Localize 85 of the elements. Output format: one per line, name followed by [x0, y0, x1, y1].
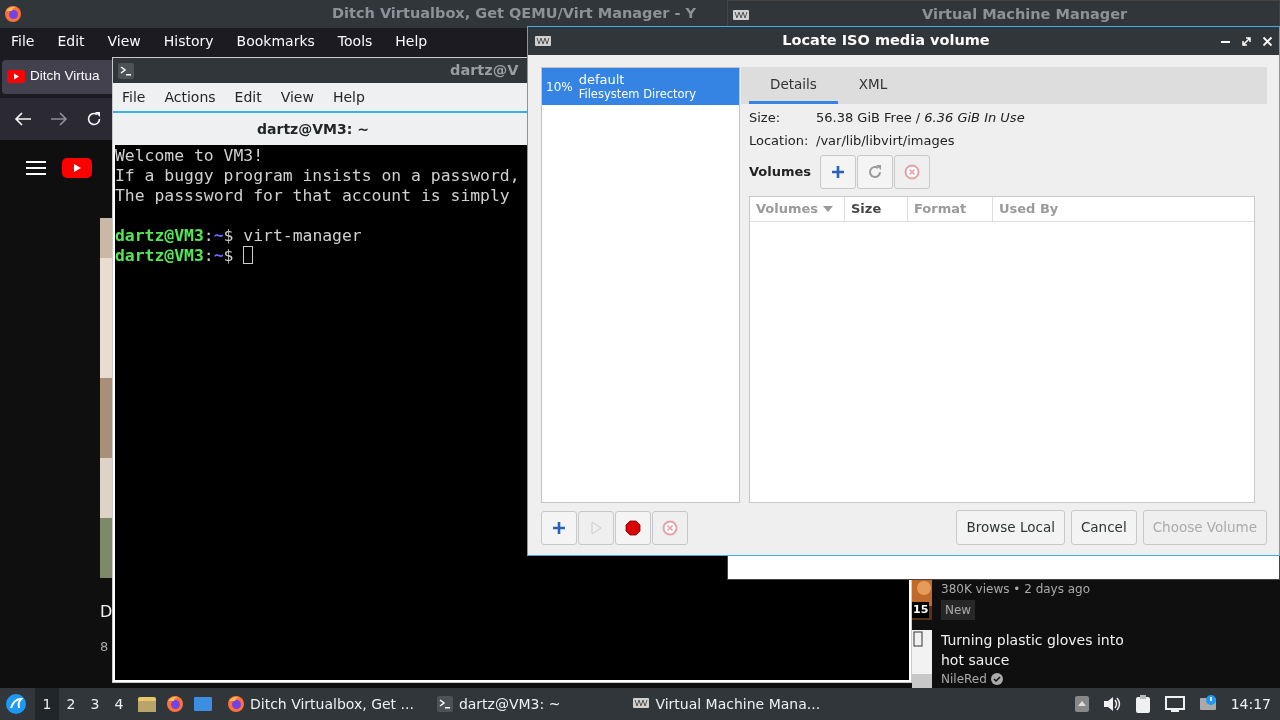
volume-icon[interactable]: [1102, 696, 1121, 712]
window-title: Locate ISO media volume: [781, 31, 991, 51]
clipboard-icon[interactable]: [1134, 694, 1151, 714]
terminal-line: The passsword for that account is simply: [115, 186, 510, 205]
network-icon[interactable]: [1164, 695, 1185, 713]
menu-item[interactable]: View: [273, 86, 321, 108]
size-value: 56.38 GiB Free / 6.36 GiB In Use: [816, 109, 1025, 128]
prompt-text: dartz@VM3:~$: [115, 246, 234, 265]
desktop-switch[interactable]: 1: [35, 688, 59, 720]
menu-item[interactable]: Edit: [227, 86, 269, 108]
terminal-tab[interactable]: dartz@VM3: ~: [113, 113, 513, 145]
field-label: Size:: [749, 109, 782, 128]
pool-name: default: [578, 72, 626, 87]
command-text: virt-manager: [243, 226, 362, 245]
dialog-button[interactable]: Browse Local: [956, 510, 1065, 545]
clock: 14:17: [1230, 694, 1271, 714]
terminal-line: Welcome to VM3!: [115, 146, 264, 165]
terminal-icon: [435, 695, 454, 713]
menu-item[interactable]: Actions: [157, 86, 223, 108]
tool-button[interactable]: [615, 510, 651, 545]
folder-icon[interactable]: [137, 695, 157, 713]
back-icon[interactable]: [14, 111, 32, 128]
video-site-icon: [7, 70, 25, 84]
usage-label: 10%: [546, 78, 573, 96]
terminal-line: If a buggy program insists on a password,: [115, 166, 520, 185]
expand-tray-icon[interactable]: [1074, 696, 1089, 712]
menu-item[interactable]: Bookmarks: [229, 30, 322, 52]
taskbar-task[interactable]: dartz@VM3: ~: [429, 688, 567, 720]
add-icon: [831, 165, 845, 179]
tab[interactable]: Details: [749, 67, 838, 104]
close-icon[interactable]: [1262, 35, 1273, 47]
video-meta: 380K views • 2 days ago: [941, 582, 1091, 596]
new-badge: New: [941, 600, 976, 620]
tab-label: Ditch Virtua: [30, 67, 100, 86]
menu-item[interactable]: Help: [388, 30, 435, 52]
play-icon: [590, 520, 602, 535]
menu-item[interactable]: Tools: [330, 30, 380, 52]
browser-tab[interactable]: Ditch Virtua: [2, 59, 112, 94]
stop-icon: [625, 519, 641, 536]
desktop-switch[interactable]: 2: [59, 688, 83, 720]
dialog-button[interactable]: Cancel: [1070, 510, 1137, 545]
taskbar-task[interactable]: Virtual Machine Mana...: [626, 688, 827, 720]
field-label: Location:: [749, 132, 810, 151]
verified-icon: [990, 673, 1003, 685]
column-header[interactable]: Size: [845, 197, 908, 221]
firefox-icon[interactable]: [166, 695, 184, 713]
reload-icon[interactable]: [86, 111, 102, 128]
menu-item[interactable]: View: [100, 30, 148, 52]
video-title[interactable]: Turning plastic gloves into hot sauce: [941, 630, 1151, 670]
app-icon: [534, 33, 552, 49]
video-site-logo[interactable]: [62, 158, 92, 178]
window-title: Virtual Machine Manager: [922, 4, 1128, 24]
window-icon[interactable]: [193, 696, 213, 712]
add-icon: [552, 520, 566, 535]
video-title[interactable]: D: [100, 600, 113, 624]
notification-icon[interactable]: [1198, 695, 1217, 713]
desktop-switch[interactable]: 3: [83, 688, 107, 720]
menu-item[interactable]: Edit: [50, 30, 92, 52]
forward-icon[interactable]: [50, 111, 68, 128]
location-value: /var/lib/libvirt/images: [816, 132, 955, 151]
menu-item[interactable]: History: [156, 30, 221, 52]
window-title: dartz@V: [450, 60, 519, 80]
menu-item[interactable]: Help: [325, 86, 372, 108]
tool-button[interactable]: [820, 155, 856, 189]
refresh-icon: [867, 164, 883, 180]
delete-icon: [904, 164, 920, 180]
window-title: Ditch Virtualbox, Get QEMU/Virt Manager - Y: [332, 4, 697, 24]
pool-type: Filesystem Directory: [578, 87, 697, 101]
desktop-switch[interactable]: 4: [107, 688, 131, 720]
taskbar-task[interactable]: Ditch Virtualbox, Get ...: [221, 688, 420, 720]
section-label: Volumes: [749, 163, 813, 182]
firefox-icon: [227, 695, 245, 713]
delete-icon: [662, 519, 678, 536]
menu-icon[interactable]: [26, 160, 46, 176]
channel-name[interactable]: NileRed: [941, 670, 987, 688]
menu-item[interactable]: File: [115, 86, 153, 108]
start-menu-icon[interactable]: [5, 693, 27, 715]
video-meta: 8: [100, 638, 109, 656]
menu-item[interactable]: File: [4, 30, 42, 52]
maximize-icon[interactable]: [1241, 35, 1252, 47]
terminal-icon: [117, 61, 135, 80]
firefox-icon: [4, 5, 22, 23]
tool-button[interactable]: [541, 510, 577, 545]
tab[interactable]: XML: [837, 67, 909, 104]
prompt-text: dartz@VM3:~$: [115, 226, 234, 245]
